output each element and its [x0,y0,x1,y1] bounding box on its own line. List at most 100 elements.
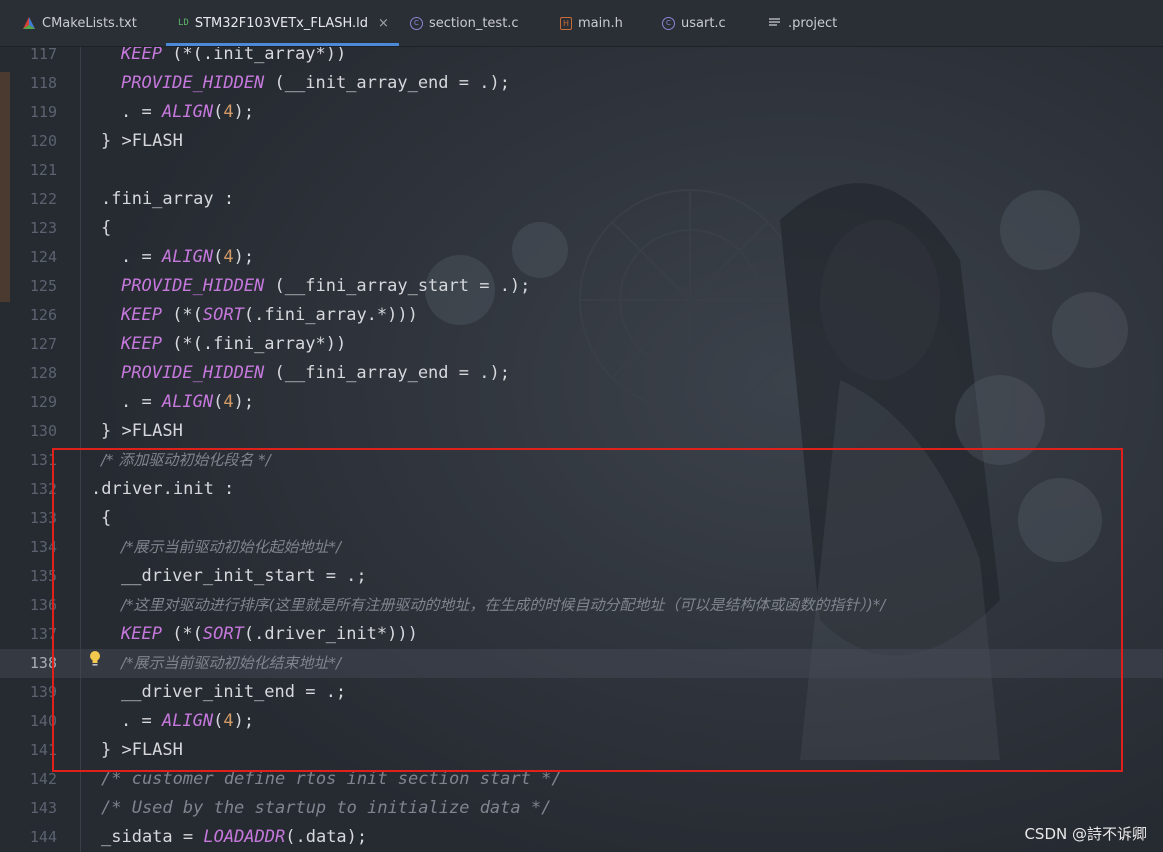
code-line[interactable]: 139 __driver_init_end = .; [0,678,1163,707]
line-text: PROVIDE_HIDDEN (__fini_array_end = .); [121,363,510,383]
line-number: 140 [29,712,57,730]
code-line[interactable]: 125 PROVIDE_HIDDEN (__fini_array_start = … [0,272,1163,301]
watermark: CSDN @詩不诉卿 [1024,825,1147,843]
line-text: /* 添加驱动初始化段名 */ [101,451,271,469]
line-text: { [101,218,112,238]
tab-label: CMakeLists.txt [42,15,137,31]
tab-usart-c[interactable]: C usart.c [662,0,726,46]
line-number: 138 [29,654,57,672]
line-number: 127 [29,335,57,353]
tab-stm32-flash-ld[interactable]: LD STM32F103VETx_FLASH.ld × [166,0,399,46]
code-line[interactable]: 143 /* Used by the startup to initialize … [0,794,1163,823]
code-line[interactable]: 118 PROVIDE_HIDDEN (__init_array_end = .)… [0,69,1163,98]
code-line[interactable]: 120 } >FLASH [0,127,1163,156]
code-line[interactable]: 119 . = ALIGN(4); [0,98,1163,127]
code-line[interactable]: 135 __driver_init_start = .; [0,562,1163,591]
code-line[interactable]: 132 .driver.init : [0,475,1163,504]
line-text: . = ALIGN(4); [121,102,255,122]
line-number: 119 [29,103,57,121]
h-file-icon: H [560,16,572,30]
tab-main-h[interactable]: H main.h [560,0,623,46]
line-text: .driver.init : [91,479,235,499]
c-file-icon: C [662,16,675,30]
line-text: . = ALIGN(4); [121,247,255,267]
line-text: } >FLASH [101,131,183,151]
tab-label: .project [788,15,838,31]
line-number: 117 [29,46,57,63]
line-text: .fini_array : [101,189,235,209]
line-text: /* Used by the startup to initialize dat… [101,798,552,818]
line-number: 120 [29,132,57,150]
line-number: 129 [29,393,57,411]
line-text: PROVIDE_HIDDEN (__init_array_end = .); [121,73,510,93]
code-line[interactable]: 117 KEEP (*(.init_array*)) [0,46,1163,69]
lightbulb-icon[interactable] [88,650,102,668]
ld-file-icon: LD [178,18,189,28]
line-number: 122 [29,190,57,208]
line-text: KEEP (*(SORT(.fini_array.*))) [121,305,418,325]
cmake-icon [23,17,35,29]
line-text: } >FLASH [101,740,183,760]
line-text: { [101,508,112,528]
tab-label: usart.c [681,15,726,31]
line-text: KEEP (*(.fini_array*)) [121,334,347,354]
code-line-current[interactable]: 138 /*展示当前驱动初始化结束地址*/ [0,649,1163,678]
code-line[interactable]: 142 /* customer define rtos init section … [0,765,1163,794]
code-line[interactable]: 131 /* 添加驱动初始化段名 */ [0,446,1163,475]
tab-label: STM32F103VETx_FLASH.ld [194,15,369,31]
line-number: 123 [29,219,57,237]
code-line[interactable]: 141} >FLASH [0,736,1163,765]
text-file-icon [769,18,780,26]
tab-label: section_test.c [429,15,519,31]
tab-project[interactable]: .project [768,0,837,46]
line-text: __driver_init_start = .; [121,566,367,586]
close-icon[interactable]: × [378,16,389,31]
line-text: /*这里对驱动进行排序(这里就是所有注册驱动的地址，在生成的时候自动分配地址（可… [121,596,886,614]
line-text: /*展示当前驱动初始化起始地址*/ [121,538,342,556]
code-line[interactable]: 122 .fini_array : [0,185,1163,214]
line-text: __driver_init_end = .; [121,682,347,702]
editor-tab-bar: CMakeLists.txt LD STM32F103VETx_FLASH.ld… [0,0,1163,47]
line-text: KEEP (*(.init_array*)) [121,46,347,64]
line-number: 142 [29,770,57,788]
code-line[interactable]: 133 { [0,504,1163,533]
code-line[interactable]: 123 { [0,214,1163,243]
code-line[interactable]: 128 PROVIDE_HIDDEN (__fini_array_end = .)… [0,359,1163,388]
line-number: 130 [29,422,57,440]
line-number: 136 [29,596,57,614]
line-text: /* customer define rtos init section sta… [101,769,562,789]
code-line[interactable]: 134 /*展示当前驱动初始化起始地址*/ [0,533,1163,562]
line-number: 125 [29,277,57,295]
line-number: 118 [29,74,57,92]
code-line[interactable]: 124 . = ALIGN(4); [0,243,1163,272]
line-text: _sidata = LOADADDR(.data); [101,827,368,847]
line-number: 124 [29,248,57,266]
line-number: 126 [29,306,57,324]
line-number: 132 [29,480,57,498]
line-number: 134 [29,538,57,556]
line-number: 137 [29,625,57,643]
line-number: 128 [29,364,57,382]
code-line[interactable]: 126 KEEP (*(SORT(.fini_array.*))) [0,301,1163,330]
line-text: KEEP (*(SORT(.driver_init*))) [121,624,418,644]
code-line[interactable]: 136 /*这里对驱动进行排序(这里就是所有注册驱动的地址，在生成的时候自动分配地… [0,591,1163,620]
tab-section-test-c[interactable]: C section_test.c [410,0,519,46]
code-line[interactable]: 129 . = ALIGN(4); [0,388,1163,417]
line-number: 139 [29,683,57,701]
code-line[interactable]: 144 _sidata = LOADADDR(.data); [0,823,1163,852]
code-line[interactable]: 137 KEEP (*(SORT(.driver_init*))) [0,620,1163,649]
line-text: . = ALIGN(4); [121,711,255,731]
code-line[interactable]: 121 [0,156,1163,185]
code-line[interactable]: 127 KEEP (*(.fini_array*)) [0,330,1163,359]
tab-cmakelists[interactable]: CMakeLists.txt [22,0,137,46]
c-file-icon: C [410,16,423,30]
tab-label: main.h [578,15,623,31]
line-number: 121 [29,161,57,179]
line-text: . = ALIGN(4); [121,392,255,412]
line-number: 143 [29,799,57,817]
code-line[interactable]: 130 } >FLASH [0,417,1163,446]
code-editor[interactable]: 117 KEEP (*(.init_array*)) 118 PROVIDE_HID… [0,46,1163,852]
code-line[interactable]: 140 . = ALIGN(4); [0,707,1163,736]
line-number: 133 [29,509,57,527]
line-text: } >FLASH [101,421,183,441]
